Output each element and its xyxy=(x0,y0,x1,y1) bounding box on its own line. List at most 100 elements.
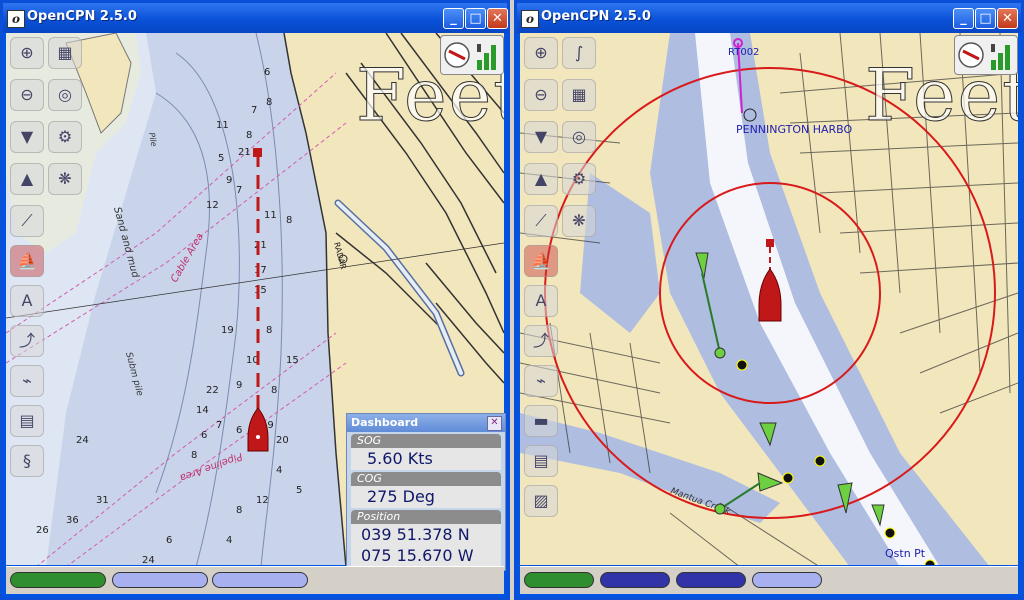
depth-sounding: 6 xyxy=(236,425,242,436)
close-button[interactable]: ✕ xyxy=(487,8,508,29)
chart-bar-pill-2[interactable] xyxy=(112,572,208,588)
scale-out-button[interactable]: ▲ xyxy=(524,163,558,195)
settings-button[interactable]: ⚙ xyxy=(562,163,596,195)
text-button[interactable]: A xyxy=(10,285,44,317)
follow-ship-button[interactable]: ⛵ xyxy=(524,245,558,277)
depth-sounding: 11 xyxy=(264,210,277,221)
follow-ship-button[interactable]: ⛵ xyxy=(10,245,44,277)
tides-button[interactable]: ❋ xyxy=(48,163,82,195)
scale-in-button[interactable]: ▼ xyxy=(10,121,44,153)
close-icon: ✕ xyxy=(1002,11,1013,26)
left-title-bar[interactable]: o OpenCPN 2.5.0 _ □ ✕ xyxy=(3,3,508,33)
cog-value: 275 Deg xyxy=(351,486,501,508)
zoom-out-button[interactable]: ⊖ xyxy=(524,79,558,111)
track-icon: ⤴ xyxy=(532,331,549,350)
scale-in-button[interactable]: ▼ xyxy=(524,121,558,153)
chart-icon: ▦ xyxy=(571,85,587,104)
depth-sounding: 8 xyxy=(236,505,242,516)
label-qstn: Qstn Pt xyxy=(885,547,926,560)
mob-button[interactable]: ◎ xyxy=(48,79,82,111)
print-icon: ▨ xyxy=(533,491,549,510)
route-icon: ⟋ xyxy=(535,211,547,230)
gps-signal-icon xyxy=(444,42,496,70)
mob-button[interactable]: ◎ xyxy=(562,121,596,153)
text-button[interactable]: A xyxy=(524,285,558,317)
depth-sounding: 19 xyxy=(221,325,234,336)
chart-quilt-button[interactable]: ▦ xyxy=(48,37,82,69)
chart-bar-pill-3[interactable] xyxy=(212,572,308,588)
settings-icon: ⚙ xyxy=(57,127,73,146)
gps-status-widget[interactable] xyxy=(440,35,504,75)
layers-button[interactable]: ▬ xyxy=(524,405,558,437)
ship-icon: ⛵ xyxy=(17,251,37,270)
depth-sounding: 21 xyxy=(254,240,267,251)
track-button[interactable]: ⤴ xyxy=(10,325,44,357)
depth-sounding: 6 xyxy=(264,67,270,78)
zoom-in-button[interactable]: ⊕ xyxy=(10,37,44,69)
depth-sounding: 8 xyxy=(246,130,252,141)
depth-sounding: 24 xyxy=(142,555,155,565)
depth-sounding: 7 xyxy=(216,420,222,431)
funnel-icon: ▼ xyxy=(20,127,34,146)
route-button[interactable]: ⟋ xyxy=(524,205,558,237)
depth-sounding: 5 xyxy=(296,485,302,496)
position-label: Position xyxy=(351,510,501,524)
graph-icon: ▤ xyxy=(19,411,35,430)
tide-icon: ❋ xyxy=(58,169,72,188)
maximize-button[interactable]: □ xyxy=(465,8,486,29)
instruments-button[interactable]: ▤ xyxy=(524,445,558,477)
opencpn-app-icon: o xyxy=(7,10,25,28)
print-button[interactable]: ▨ xyxy=(524,485,558,517)
dashboard-header[interactable]: Dashboard ✕ xyxy=(347,414,505,432)
print-button[interactable]: § xyxy=(10,445,44,477)
dashboard-panel: Dashboard ✕ SOG 5.60 Kts COG 275 Deg Pos… xyxy=(346,413,506,571)
close-button[interactable]: ✕ xyxy=(997,8,1018,29)
depth-sounding: 4 xyxy=(226,535,232,546)
chart-bar-pill-3[interactable] xyxy=(676,572,746,588)
chart-bar-pill-4[interactable] xyxy=(752,572,822,588)
chart-bar-pill-2[interactable] xyxy=(600,572,670,588)
depth-sounding: 26 xyxy=(36,525,49,536)
zoom-out-button[interactable]: ⊖ xyxy=(10,79,44,111)
pen-icon: ∫ xyxy=(574,43,584,62)
gps-status-widget[interactable] xyxy=(954,35,1018,75)
scale-out-button[interactable]: ▲ xyxy=(10,163,44,195)
right-chart-canvas[interactable]: RT002 PENNINGTON HARBO Mantua Creek Qstn… xyxy=(520,33,1018,565)
chart-icon: ▦ xyxy=(57,43,73,62)
depth-sounding: 36 xyxy=(66,515,79,526)
chart-bar-pill-1[interactable] xyxy=(524,572,594,588)
close-icon: ✕ xyxy=(492,11,503,26)
ais-button[interactable]: ⌁ xyxy=(10,365,44,397)
depth-sounding: 11 xyxy=(216,120,229,131)
route-button[interactable]: ⟋ xyxy=(10,205,44,237)
left-opencpn-window: o OpenCPN 2.5.0 _ □ ✕ Sand and mud Cable… xyxy=(0,0,510,600)
zoom-in-button[interactable]: ⊕ xyxy=(524,37,558,69)
chart-quilt-button[interactable]: ▦ xyxy=(562,79,596,111)
instruments-button[interactable]: ▤ xyxy=(10,405,44,437)
settings-button[interactable]: ⚙ xyxy=(48,121,82,153)
right-window-title: OpenCPN 2.5.0 xyxy=(541,9,651,24)
minimize-icon: _ xyxy=(450,11,457,26)
zoom-in-icon: ⊕ xyxy=(20,43,34,62)
settings-icon: ⚙ xyxy=(571,169,587,188)
left-window-title: OpenCPN 2.5.0 xyxy=(27,9,137,24)
label-route-point: RT002 xyxy=(728,47,759,58)
right-title-bar[interactable]: o OpenCPN 2.5.0 _ □ ✕ xyxy=(517,3,1021,33)
chart-bar-pill-1[interactable] xyxy=(10,572,106,588)
gps-signal-icon xyxy=(958,42,1010,70)
track-button[interactable]: ⤴ xyxy=(524,325,558,357)
route-pen-button[interactable]: ∫ xyxy=(562,37,596,69)
ais-button[interactable]: ⌁ xyxy=(524,365,558,397)
minimize-button[interactable]: _ xyxy=(443,8,464,29)
depth-sounding: 24 xyxy=(76,435,89,446)
dashboard-close-button[interactable]: ✕ xyxy=(487,416,502,431)
minimize-button[interactable]: _ xyxy=(953,8,974,29)
opencpn-app-icon: o xyxy=(521,10,539,28)
maximize-button[interactable]: □ xyxy=(975,8,996,29)
triangle-icon: ▲ xyxy=(534,169,548,188)
depth-sounding: 14 xyxy=(196,405,209,416)
depth-sounding: 8 xyxy=(191,450,197,461)
sog-label: SOG xyxy=(351,434,501,448)
tides-button[interactable]: ❋ xyxy=(562,205,596,237)
depth-sounding: 15 xyxy=(254,285,267,296)
